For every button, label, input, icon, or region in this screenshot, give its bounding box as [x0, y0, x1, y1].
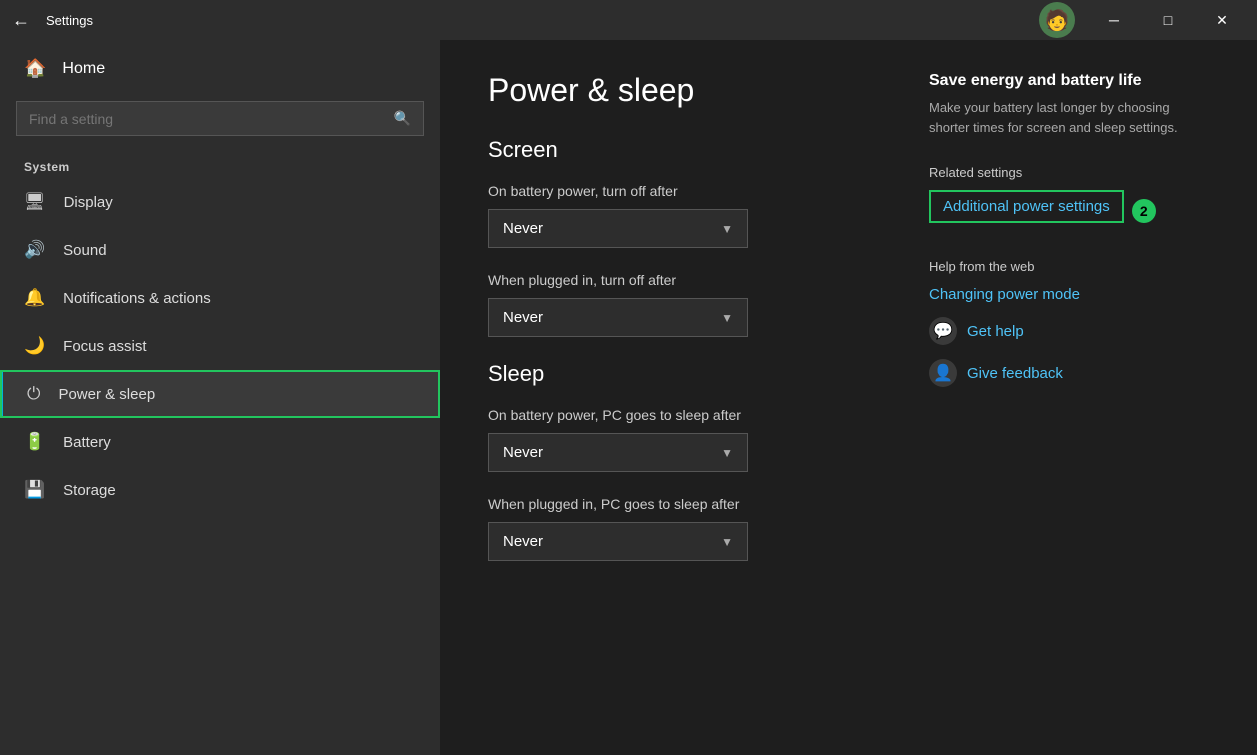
- page-title: Power & sleep: [488, 72, 881, 109]
- badge-2: 2: [1132, 199, 1156, 223]
- search-input[interactable]: [29, 111, 386, 127]
- sidebar-item-sound[interactable]: 🔊 Sound: [0, 226, 440, 274]
- title-bar: ← Settings 🧑 ─ □ ✕: [0, 0, 1257, 40]
- focus-label: Focus assist: [63, 338, 146, 355]
- give-feedback-link[interactable]: 👤 Give feedback: [929, 359, 1209, 387]
- plugged-sleep-label: When plugged in, PC goes to sleep after: [488, 496, 881, 512]
- dropdown-arrow-3: ▼: [721, 446, 733, 460]
- get-help-link[interactable]: 💬 Get help: [929, 317, 1209, 345]
- battery-sleep-value: Never: [503, 444, 543, 461]
- get-help-icon: 💬: [929, 317, 957, 345]
- sidebar: 🏠 Home 🔍 System 🖥 Display 🔊 Sound 🔔 Noti…: [0, 40, 440, 755]
- minimize-button[interactable]: ─: [1091, 4, 1137, 36]
- sound-icon: 🔊: [24, 240, 45, 260]
- storage-icon: 💾: [24, 480, 45, 500]
- power-icon: ⏻: [27, 384, 40, 404]
- right-panel: Save energy and battery life Make your b…: [929, 72, 1209, 723]
- dropdown-arrow-2: ▼: [721, 311, 733, 325]
- battery-sleep-dropdown[interactable]: Never ▼: [488, 433, 748, 472]
- back-button[interactable]: ←: [12, 10, 30, 31]
- window-controls: 🧑 ─ □ ✕: [1039, 2, 1245, 38]
- plugged-sleep-value: Never: [503, 533, 543, 550]
- sidebar-item-home[interactable]: 🏠 Home: [0, 40, 440, 97]
- dropdown-arrow-4: ▼: [721, 535, 733, 549]
- maximize-button[interactable]: □: [1145, 4, 1191, 36]
- home-icon: 🏠: [24, 58, 46, 79]
- search-box[interactable]: 🔍: [16, 101, 424, 136]
- battery-icon: 🔋: [24, 432, 45, 452]
- give-feedback-label: Give feedback: [967, 365, 1063, 382]
- home-label: Home: [62, 60, 105, 78]
- storage-label: Storage: [63, 482, 116, 499]
- help-web-label: Help from the web: [929, 259, 1209, 274]
- notifications-icon: 🔔: [24, 288, 45, 308]
- dropdown-arrow-1: ▼: [721, 222, 733, 236]
- save-energy-title: Save energy and battery life: [929, 72, 1209, 90]
- battery-label: Battery: [63, 434, 111, 451]
- display-label: Display: [64, 194, 113, 211]
- sidebar-item-battery[interactable]: 🔋 Battery: [0, 418, 440, 466]
- sidebar-item-display[interactable]: 🖥 Display: [0, 178, 440, 226]
- power-label: Power & sleep: [58, 386, 155, 403]
- give-feedback-icon: 👤: [929, 359, 957, 387]
- close-button[interactable]: ✕: [1199, 4, 1245, 36]
- plugged-sleep-dropdown[interactable]: Never ▼: [488, 522, 748, 561]
- sleep-section-title: Sleep: [488, 361, 881, 387]
- additional-power-settings-link[interactable]: Additional power settings: [929, 190, 1124, 223]
- avatar: 🧑: [1039, 2, 1075, 38]
- system-section-label: System: [0, 152, 440, 178]
- search-icon: 🔍: [394, 110, 411, 127]
- changing-power-mode-link[interactable]: Changing power mode: [929, 286, 1209, 303]
- display-icon: 🖥: [24, 192, 46, 212]
- sidebar-item-notifications[interactable]: 🔔 Notifications & actions: [0, 274, 440, 322]
- sidebar-item-storage[interactable]: 💾 Storage: [0, 466, 440, 514]
- related-settings-label: Related settings: [929, 165, 1209, 180]
- app-title: Settings: [46, 13, 1039, 28]
- battery-screen-value: Never: [503, 220, 543, 237]
- plugged-screen-dropdown[interactable]: Never ▼: [488, 298, 748, 337]
- app-body: 🏠 Home 🔍 System 🖥 Display 🔊 Sound 🔔 Noti…: [0, 40, 1257, 755]
- battery-screen-label: On battery power, turn off after: [488, 183, 881, 199]
- screen-section-title: Screen: [488, 137, 881, 163]
- sound-label: Sound: [63, 242, 106, 259]
- content-area: Power & sleep Screen On battery power, t…: [440, 40, 1257, 755]
- focus-icon: 🌙: [24, 336, 45, 356]
- main-content: Power & sleep Screen On battery power, t…: [488, 72, 881, 723]
- sidebar-item-focus[interactable]: 🌙 Focus assist: [0, 322, 440, 370]
- battery-sleep-label: On battery power, PC goes to sleep after: [488, 407, 881, 423]
- save-energy-desc: Make your battery last longer by choosin…: [929, 98, 1209, 137]
- plugged-screen-value: Never: [503, 309, 543, 326]
- get-help-label: Get help: [967, 323, 1024, 340]
- notifications-label: Notifications & actions: [63, 290, 211, 307]
- battery-screen-dropdown[interactable]: Never ▼: [488, 209, 748, 248]
- plugged-screen-label: When plugged in, turn off after: [488, 272, 881, 288]
- sidebar-item-power[interactable]: ⏻ Power & sleep: [0, 370, 440, 418]
